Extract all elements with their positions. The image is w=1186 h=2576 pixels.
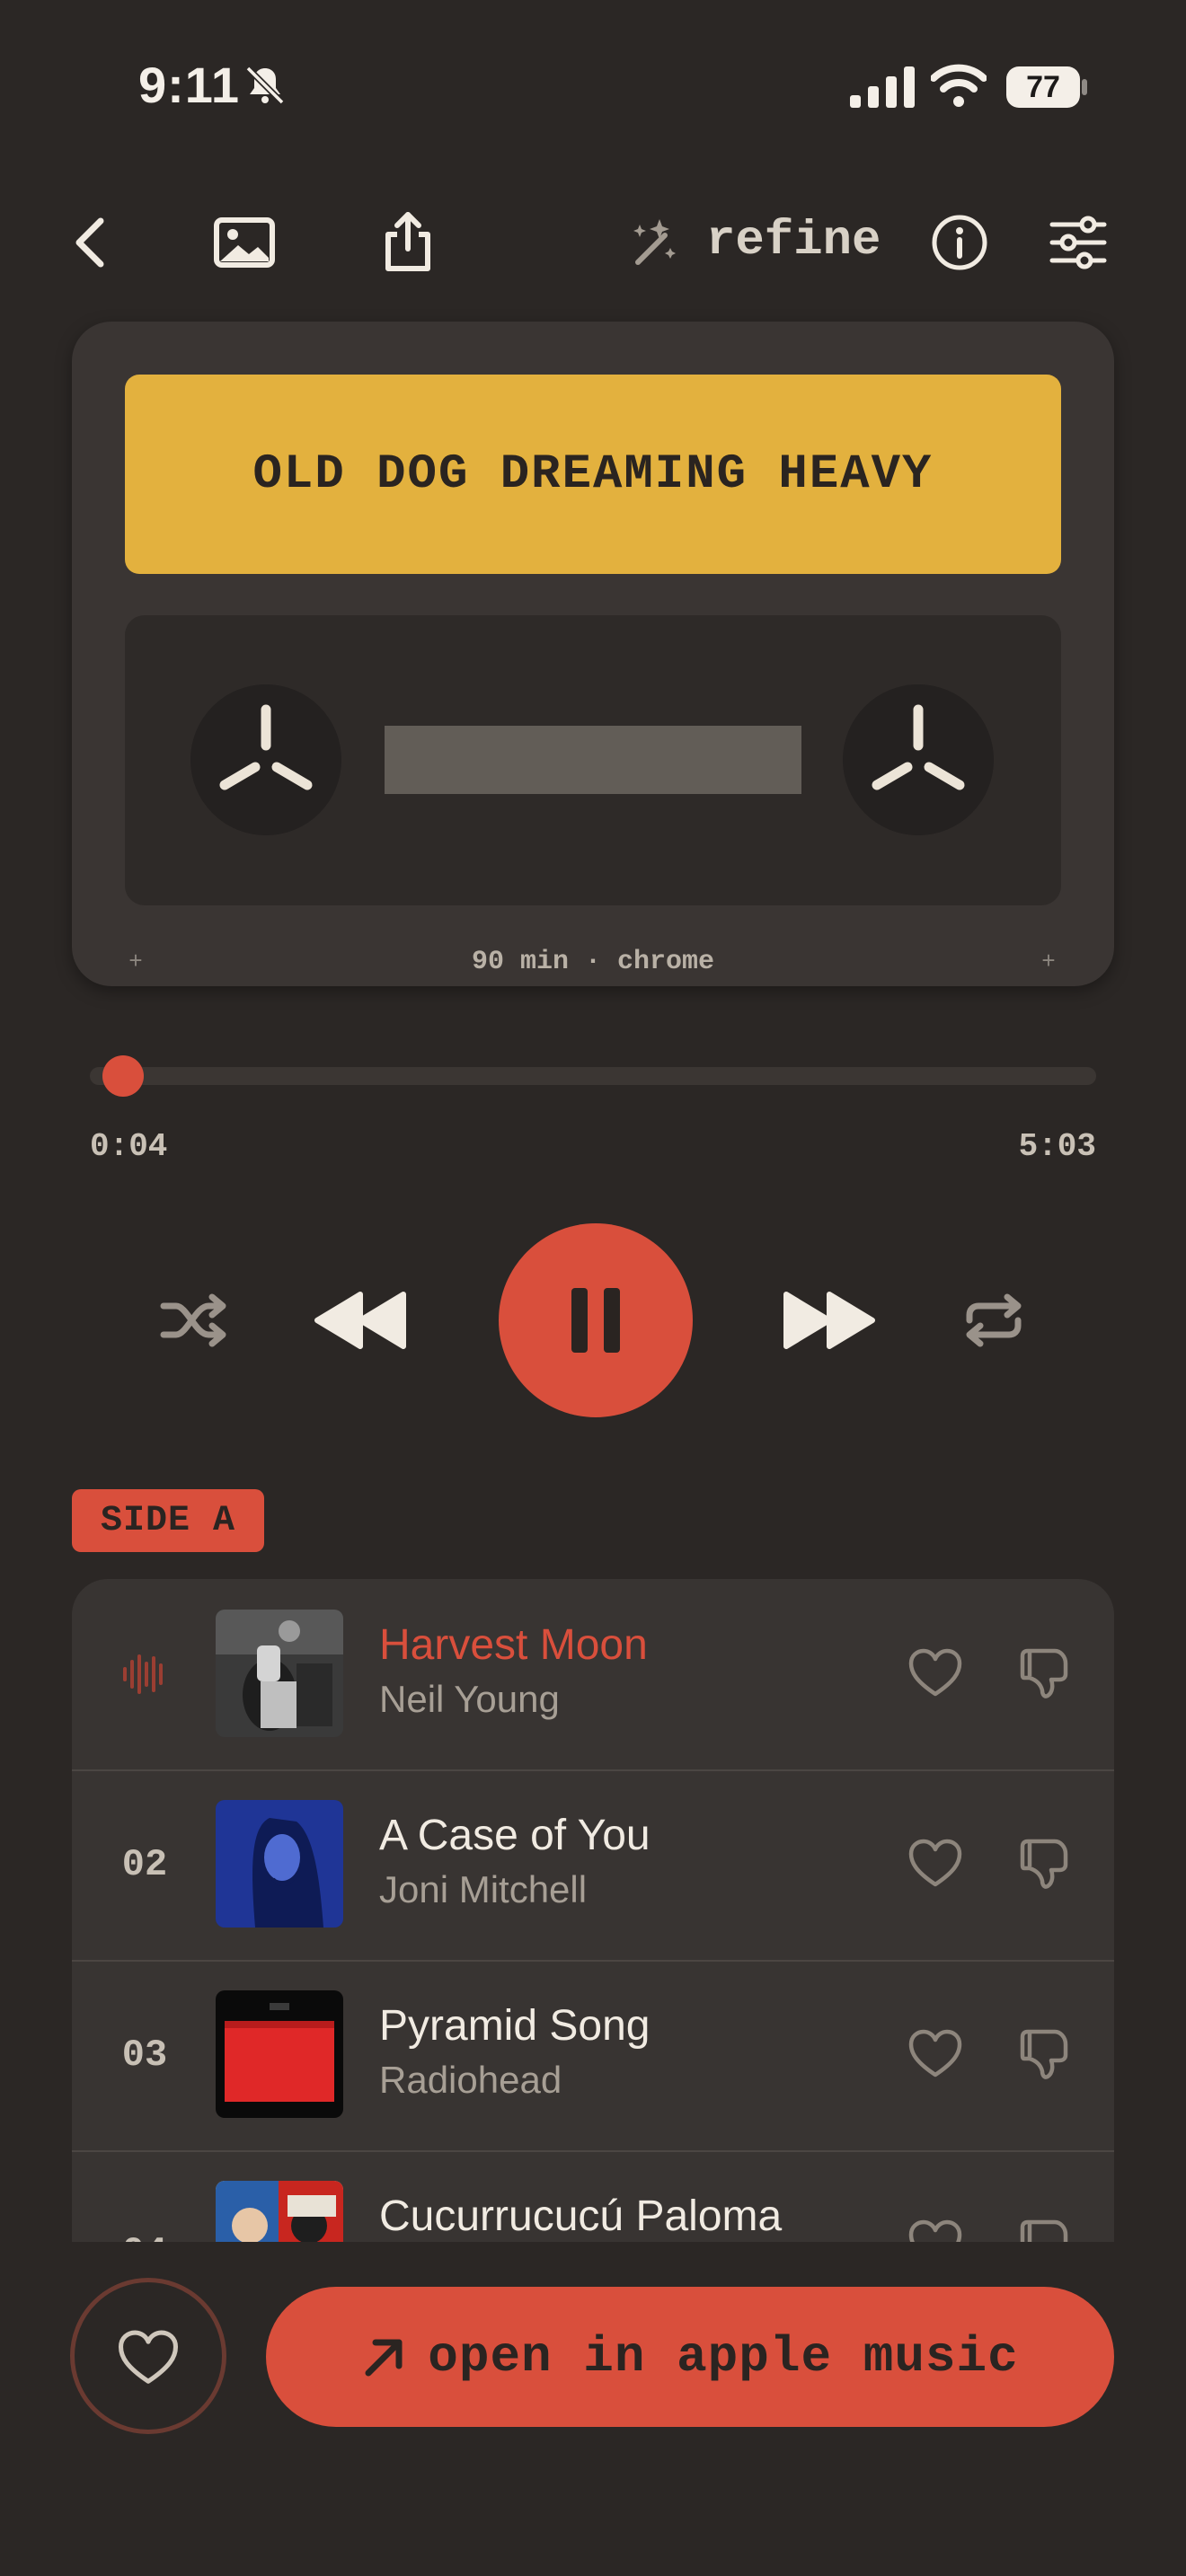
image-icon <box>214 217 275 268</box>
track-artist: Joni Mitchell <box>379 1868 588 1910</box>
arrow-up-right-icon <box>365 2339 403 2377</box>
album-art <box>216 1990 343 2118</box>
now-playing-indicator <box>72 1579 217 1769</box>
track-artist: Radiohead <box>379 2059 562 2101</box>
cassette-label: OLD DOG DREAMING HEAVY <box>125 375 1061 574</box>
progress-knob[interactable] <box>102 1055 144 1097</box>
share-button[interactable] <box>374 208 442 277</box>
right-reel-icon <box>843 684 994 835</box>
battery-nub <box>1082 79 1087 95</box>
signal-icon <box>850 66 915 108</box>
tape-strip <box>385 726 801 794</box>
favorite-mixtape-button[interactable] <box>70 2278 226 2434</box>
pause-button[interactable] <box>499 1223 693 1417</box>
track-row[interactable]: Harvest Moon Neil Young <box>72 1579 1114 1771</box>
back-button[interactable] <box>56 208 124 277</box>
track-row[interactable]: 04 Cucurrucucú Paloma <box>72 2150 1114 2244</box>
thumbs-down-icon[interactable] <box>1015 1644 1075 1703</box>
track-number: 03 <box>121 2033 168 2077</box>
thumbs-down-icon[interactable] <box>1015 2215 1075 2244</box>
rewind-button[interactable] <box>311 1281 412 1360</box>
magic-wand-icon <box>633 219 676 265</box>
heart-icon[interactable] <box>906 1834 965 1893</box>
rewind-icon <box>314 1292 406 1349</box>
status-time: 9:11 <box>138 57 240 113</box>
elapsed-time: 0:04 <box>90 1128 168 1165</box>
left-reel-icon <box>190 684 341 835</box>
image-button[interactable] <box>210 208 279 277</box>
fast-forward-button[interactable] <box>778 1281 879 1360</box>
track-title: Pyramid Song <box>379 2002 651 2050</box>
settings-button[interactable] <box>1044 208 1112 277</box>
thumbs-down-icon[interactable] <box>1015 2025 1075 2084</box>
back-chevron-icon <box>75 217 104 268</box>
track-row[interactable]: 03 Pyramid Song Radiohead <box>72 1960 1114 2152</box>
album-art <box>216 2181 343 2244</box>
progress-track[interactable] <box>90 1067 1096 1085</box>
track-title: Cucurrucucú Paloma <box>379 2192 783 2240</box>
track-row[interactable]: 02 A Case of You Joni Mitchell <box>72 1769 1114 1962</box>
heart-icon[interactable] <box>906 1644 965 1703</box>
track-number: 02 <box>121 1843 168 1886</box>
bell-slash-icon <box>245 66 285 105</box>
album-art <box>216 1610 343 1737</box>
track-title: Harvest Moon <box>379 1621 648 1669</box>
album-art <box>216 1800 343 1928</box>
fast-forward-icon <box>783 1292 875 1349</box>
share-icon <box>385 212 430 271</box>
info-button[interactable] <box>925 208 994 277</box>
pause-icon <box>571 1288 620 1353</box>
track-list: Harvest Moon Neil Young 02 A Case of You… <box>72 1579 1114 2244</box>
track-artist: Neil Young <box>379 1678 560 1720</box>
waveform-icon <box>123 1654 163 1694</box>
side-badge: SIDE A <box>72 1489 264 1552</box>
heart-icon[interactable] <box>906 2215 965 2244</box>
open-button-label: open in apple music <box>428 2328 1019 2386</box>
thumbs-down-icon[interactable] <box>1015 1834 1075 1893</box>
heart-icon <box>118 2330 179 2384</box>
track-number: 04 <box>72 2150 217 2244</box>
info-icon <box>932 215 987 270</box>
refine-label[interactable]: refine <box>706 214 881 269</box>
repeat-icon <box>966 1293 1022 1347</box>
open-in-apple-music-button[interactable]: open in apple music <box>266 2287 1114 2427</box>
shuffle-button[interactable] <box>156 1286 232 1354</box>
total-time: 5:03 <box>1018 1128 1096 1165</box>
cassette-caption: 90 min · chrome <box>471 947 715 977</box>
heart-icon[interactable] <box>906 2025 965 2084</box>
shuffle-icon <box>160 1293 226 1347</box>
cassette-title: OLD DOG DREAMING HEAVY <box>252 446 934 502</box>
track-title: A Case of You <box>379 1812 651 1859</box>
repeat-button[interactable] <box>958 1286 1030 1354</box>
battery-icon: 77 <box>1006 66 1080 108</box>
sliders-icon <box>1049 216 1107 269</box>
refine-button[interactable] <box>620 208 688 277</box>
wifi-icon <box>931 64 987 107</box>
